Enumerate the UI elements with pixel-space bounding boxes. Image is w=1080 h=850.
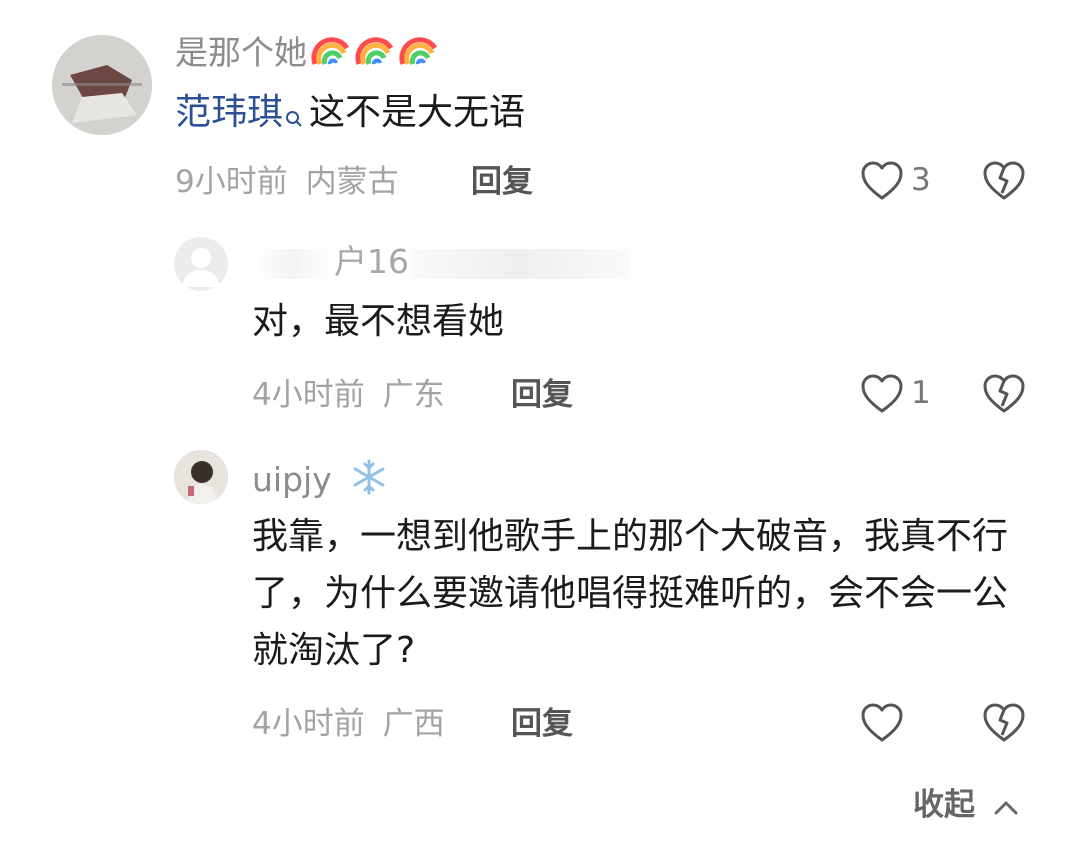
comment-username-row: 是那个她 <box>175 30 439 79</box>
like-icon[interactable] <box>860 373 904 415</box>
mention-link[interactable]: 范玮琪 <box>175 92 283 133</box>
avatar[interactable] <box>174 450 228 504</box>
like-icon[interactable] <box>860 160 904 202</box>
dislike-icon[interactable] <box>982 373 1026 415</box>
reply-button[interactable]: 回复 <box>511 375 573 415</box>
snowflake-icon <box>350 458 388 505</box>
collapse-button[interactable]: 收起 <box>913 785 1020 827</box>
reply-location: 广东 <box>382 377 445 413</box>
reply-time: 4小时前 <box>252 377 365 413</box>
avatar[interactable] <box>174 237 228 291</box>
reply-meta: 4小时前 广东 <box>252 375 445 415</box>
reply-time: 4小时前 <box>252 706 365 742</box>
comment-time: 9小时前 <box>175 164 288 200</box>
comment-body: 这不是大无语 <box>309 92 526 133</box>
rainbow-icon <box>399 30 439 79</box>
avatar-image <box>52 35 152 135</box>
search-icon[interactable] <box>285 88 303 145</box>
rainbow-icon <box>311 30 351 79</box>
comment-username[interactable]: 是那个她 <box>175 33 307 72</box>
reply-location: 广西 <box>382 706 445 742</box>
avatar[interactable] <box>52 35 152 135</box>
like-count: 1 <box>911 375 931 411</box>
collapse-label: 收起 <box>913 787 975 823</box>
comment-location: 内蒙古 <box>305 164 399 200</box>
default-avatar-icon <box>182 248 220 287</box>
chevron-up-icon <box>992 787 1020 827</box>
reply-username-row: uipjy <box>252 458 388 505</box>
like-icon[interactable] <box>860 702 904 744</box>
reply-text: 对，最不想看她 <box>252 301 505 342</box>
reply-meta: 4小时前 广西 <box>252 704 445 744</box>
like-count: 3 <box>911 162 931 198</box>
reply-button[interactable]: 回复 <box>471 162 533 202</box>
reply-username[interactable]: uipjy <box>252 460 332 499</box>
comment-meta: 9小时前 内蒙古 <box>175 162 399 202</box>
comment-text: 范玮琪 这不是大无语 <box>175 84 525 145</box>
rainbow-icon <box>355 30 395 79</box>
dislike-icon[interactable] <box>982 160 1026 202</box>
dislike-icon[interactable] <box>982 702 1026 744</box>
avatar-image <box>174 450 228 504</box>
reply-button[interactable]: 回复 <box>511 704 573 744</box>
reply-username[interactable]: 户16 <box>252 242 629 282</box>
reply-text: 我靠，一想到他歌手上的那个大破音，我真不行了，为什么要邀请他唱得挺难听的，会不会… <box>252 516 1009 671</box>
